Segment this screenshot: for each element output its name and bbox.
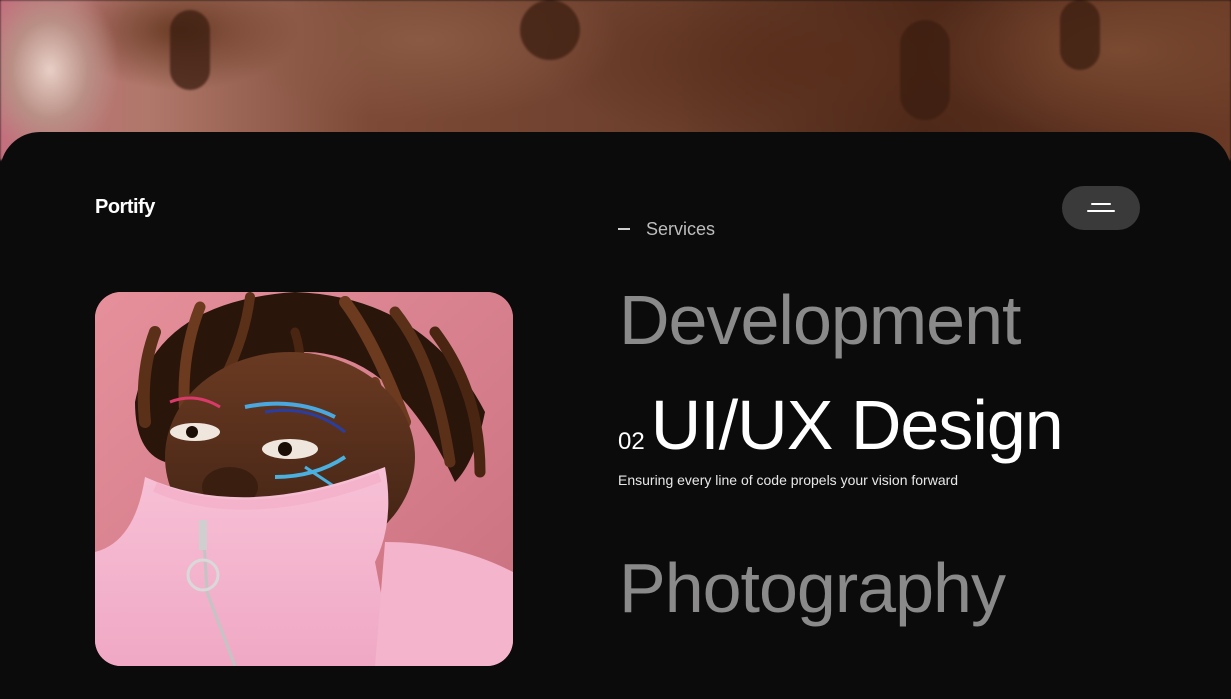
service-title: UI/UX Design	[650, 386, 1064, 464]
service-description: Ensuring every line of code propels your…	[618, 472, 959, 488]
service-number: 02	[618, 428, 645, 455]
section-dash	[618, 228, 630, 230]
brand-logo[interactable]: Portify	[95, 196, 155, 219]
portrait-image	[95, 292, 513, 666]
section-label: Services	[646, 219, 716, 239]
menu-button[interactable]	[1062, 186, 1140, 230]
service-item-development[interactable]: Development	[619, 285, 1021, 355]
service-item-photography[interactable]: Photography	[619, 553, 1006, 623]
service-item-ui-ux-design[interactable]: 02UI/UX Design	[618, 390, 1064, 460]
